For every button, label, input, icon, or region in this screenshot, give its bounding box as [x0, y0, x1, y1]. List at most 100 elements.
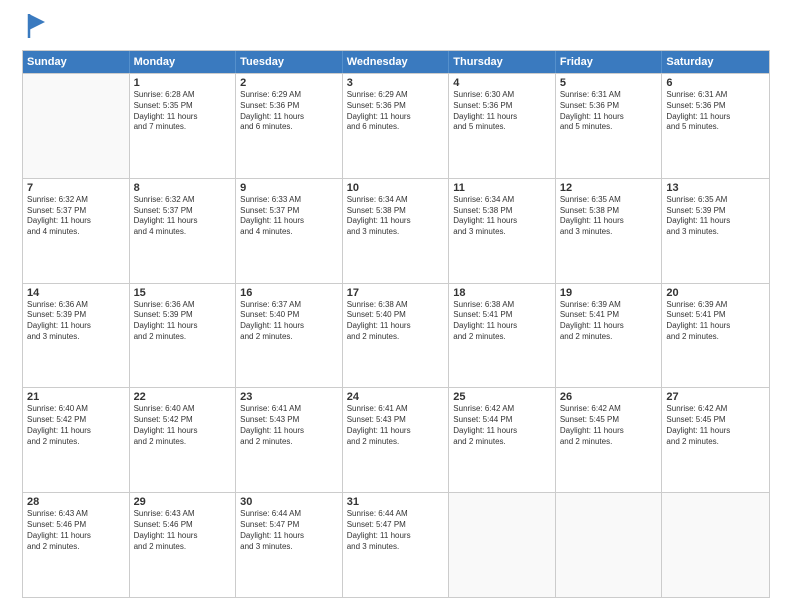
- calendar-cell: 9Sunrise: 6:33 AM Sunset: 5:37 PM Daylig…: [236, 179, 343, 283]
- cell-info: Sunrise: 6:28 AM Sunset: 5:35 PM Dayligh…: [134, 90, 232, 133]
- calendar-cell: 11Sunrise: 6:34 AM Sunset: 5:38 PM Dayli…: [449, 179, 556, 283]
- calendar-body: 1Sunrise: 6:28 AM Sunset: 5:35 PM Daylig…: [23, 73, 769, 597]
- day-number: 16: [240, 287, 338, 299]
- calendar-cell: 1Sunrise: 6:28 AM Sunset: 5:35 PM Daylig…: [130, 74, 237, 178]
- day-header-wednesday: Wednesday: [343, 51, 450, 73]
- cell-info: Sunrise: 6:36 AM Sunset: 5:39 PM Dayligh…: [27, 300, 125, 343]
- calendar-cell: 30Sunrise: 6:44 AM Sunset: 5:47 PM Dayli…: [236, 493, 343, 597]
- calendar-cell: 22Sunrise: 6:40 AM Sunset: 5:42 PM Dayli…: [130, 388, 237, 492]
- day-number: 23: [240, 391, 338, 403]
- day-number: 5: [560, 77, 658, 89]
- cell-info: Sunrise: 6:43 AM Sunset: 5:46 PM Dayligh…: [134, 509, 232, 552]
- calendar-cell: 12Sunrise: 6:35 AM Sunset: 5:38 PM Dayli…: [556, 179, 663, 283]
- cell-info: Sunrise: 6:34 AM Sunset: 5:38 PM Dayligh…: [347, 195, 445, 238]
- day-number: 10: [347, 182, 445, 194]
- day-number: 30: [240, 496, 338, 508]
- calendar-cell: [662, 493, 769, 597]
- day-number: 25: [453, 391, 551, 403]
- calendar-week-5: 28Sunrise: 6:43 AM Sunset: 5:46 PM Dayli…: [23, 492, 769, 597]
- calendar-cell: 8Sunrise: 6:32 AM Sunset: 5:37 PM Daylig…: [130, 179, 237, 283]
- day-number: 28: [27, 496, 125, 508]
- cell-info: Sunrise: 6:38 AM Sunset: 5:41 PM Dayligh…: [453, 300, 551, 343]
- calendar-cell: 19Sunrise: 6:39 AM Sunset: 5:41 PM Dayli…: [556, 284, 663, 388]
- cell-info: Sunrise: 6:38 AM Sunset: 5:40 PM Dayligh…: [347, 300, 445, 343]
- calendar-cell: 5Sunrise: 6:31 AM Sunset: 5:36 PM Daylig…: [556, 74, 663, 178]
- cell-info: Sunrise: 6:33 AM Sunset: 5:37 PM Dayligh…: [240, 195, 338, 238]
- day-number: 21: [27, 391, 125, 403]
- day-header-sunday: Sunday: [23, 51, 130, 73]
- cell-info: Sunrise: 6:44 AM Sunset: 5:47 PM Dayligh…: [347, 509, 445, 552]
- calendar-cell: 21Sunrise: 6:40 AM Sunset: 5:42 PM Dayli…: [23, 388, 130, 492]
- cell-info: Sunrise: 6:44 AM Sunset: 5:47 PM Dayligh…: [240, 509, 338, 552]
- calendar-cell: 10Sunrise: 6:34 AM Sunset: 5:38 PM Dayli…: [343, 179, 450, 283]
- day-number: 26: [560, 391, 658, 403]
- cell-info: Sunrise: 6:32 AM Sunset: 5:37 PM Dayligh…: [134, 195, 232, 238]
- day-number: 2: [240, 77, 338, 89]
- day-number: 13: [666, 182, 765, 194]
- day-number: 7: [27, 182, 125, 194]
- cell-info: Sunrise: 6:41 AM Sunset: 5:43 PM Dayligh…: [240, 404, 338, 447]
- day-number: 18: [453, 287, 551, 299]
- calendar-cell: 14Sunrise: 6:36 AM Sunset: 5:39 PM Dayli…: [23, 284, 130, 388]
- day-number: 20: [666, 287, 765, 299]
- calendar-week-4: 21Sunrise: 6:40 AM Sunset: 5:42 PM Dayli…: [23, 387, 769, 492]
- calendar-cell: 29Sunrise: 6:43 AM Sunset: 5:46 PM Dayli…: [130, 493, 237, 597]
- day-number: 15: [134, 287, 232, 299]
- day-header-monday: Monday: [130, 51, 237, 73]
- calendar-cell: 17Sunrise: 6:38 AM Sunset: 5:40 PM Dayli…: [343, 284, 450, 388]
- calendar-cell: 24Sunrise: 6:41 AM Sunset: 5:43 PM Dayli…: [343, 388, 450, 492]
- cell-info: Sunrise: 6:29 AM Sunset: 5:36 PM Dayligh…: [347, 90, 445, 133]
- day-number: 19: [560, 287, 658, 299]
- day-number: 9: [240, 182, 338, 194]
- cell-info: Sunrise: 6:40 AM Sunset: 5:42 PM Dayligh…: [134, 404, 232, 447]
- cell-info: Sunrise: 6:42 AM Sunset: 5:45 PM Dayligh…: [560, 404, 658, 447]
- cell-info: Sunrise: 6:35 AM Sunset: 5:38 PM Dayligh…: [560, 195, 658, 238]
- calendar-cell: [556, 493, 663, 597]
- day-number: 17: [347, 287, 445, 299]
- cell-info: Sunrise: 6:39 AM Sunset: 5:41 PM Dayligh…: [666, 300, 765, 343]
- day-header-friday: Friday: [556, 51, 663, 73]
- cell-info: Sunrise: 6:36 AM Sunset: 5:39 PM Dayligh…: [134, 300, 232, 343]
- calendar-cell: 25Sunrise: 6:42 AM Sunset: 5:44 PM Dayli…: [449, 388, 556, 492]
- calendar-cell: 23Sunrise: 6:41 AM Sunset: 5:43 PM Dayli…: [236, 388, 343, 492]
- calendar-cell: [23, 74, 130, 178]
- calendar-cell: 27Sunrise: 6:42 AM Sunset: 5:45 PM Dayli…: [662, 388, 769, 492]
- calendar-week-1: 1Sunrise: 6:28 AM Sunset: 5:35 PM Daylig…: [23, 73, 769, 178]
- day-number: 31: [347, 496, 445, 508]
- calendar-cell: 7Sunrise: 6:32 AM Sunset: 5:37 PM Daylig…: [23, 179, 130, 283]
- day-number: 3: [347, 77, 445, 89]
- day-number: 1: [134, 77, 232, 89]
- calendar-cell: 20Sunrise: 6:39 AM Sunset: 5:41 PM Dayli…: [662, 284, 769, 388]
- cell-info: Sunrise: 6:31 AM Sunset: 5:36 PM Dayligh…: [666, 90, 765, 133]
- day-number: 14: [27, 287, 125, 299]
- calendar-cell: 28Sunrise: 6:43 AM Sunset: 5:46 PM Dayli…: [23, 493, 130, 597]
- cell-info: Sunrise: 6:43 AM Sunset: 5:46 PM Dayligh…: [27, 509, 125, 552]
- day-number: 22: [134, 391, 232, 403]
- calendar-cell: 26Sunrise: 6:42 AM Sunset: 5:45 PM Dayli…: [556, 388, 663, 492]
- day-number: 27: [666, 391, 765, 403]
- cell-info: Sunrise: 6:37 AM Sunset: 5:40 PM Dayligh…: [240, 300, 338, 343]
- day-number: 4: [453, 77, 551, 89]
- cell-info: Sunrise: 6:41 AM Sunset: 5:43 PM Dayligh…: [347, 404, 445, 447]
- day-number: 24: [347, 391, 445, 403]
- calendar-cell: 15Sunrise: 6:36 AM Sunset: 5:39 PM Dayli…: [130, 284, 237, 388]
- calendar-cell: 6Sunrise: 6:31 AM Sunset: 5:36 PM Daylig…: [662, 74, 769, 178]
- cell-info: Sunrise: 6:32 AM Sunset: 5:37 PM Dayligh…: [27, 195, 125, 238]
- calendar-cell: 18Sunrise: 6:38 AM Sunset: 5:41 PM Dayli…: [449, 284, 556, 388]
- cell-info: Sunrise: 6:42 AM Sunset: 5:45 PM Dayligh…: [666, 404, 765, 447]
- day-number: 29: [134, 496, 232, 508]
- cell-info: Sunrise: 6:31 AM Sunset: 5:36 PM Dayligh…: [560, 90, 658, 133]
- day-number: 8: [134, 182, 232, 194]
- cell-info: Sunrise: 6:39 AM Sunset: 5:41 PM Dayligh…: [560, 300, 658, 343]
- day-header-tuesday: Tuesday: [236, 51, 343, 73]
- calendar-week-2: 7Sunrise: 6:32 AM Sunset: 5:37 PM Daylig…: [23, 178, 769, 283]
- calendar: SundayMondayTuesdayWednesdayThursdayFrid…: [22, 50, 770, 598]
- header: [22, 18, 770, 40]
- calendar-week-3: 14Sunrise: 6:36 AM Sunset: 5:39 PM Dayli…: [23, 283, 769, 388]
- cell-info: Sunrise: 6:34 AM Sunset: 5:38 PM Dayligh…: [453, 195, 551, 238]
- calendar-cell: 4Sunrise: 6:30 AM Sunset: 5:36 PM Daylig…: [449, 74, 556, 178]
- day-header-saturday: Saturday: [662, 51, 769, 73]
- day-header-thursday: Thursday: [449, 51, 556, 73]
- cell-info: Sunrise: 6:40 AM Sunset: 5:42 PM Dayligh…: [27, 404, 125, 447]
- calendar-header: SundayMondayTuesdayWednesdayThursdayFrid…: [23, 51, 769, 73]
